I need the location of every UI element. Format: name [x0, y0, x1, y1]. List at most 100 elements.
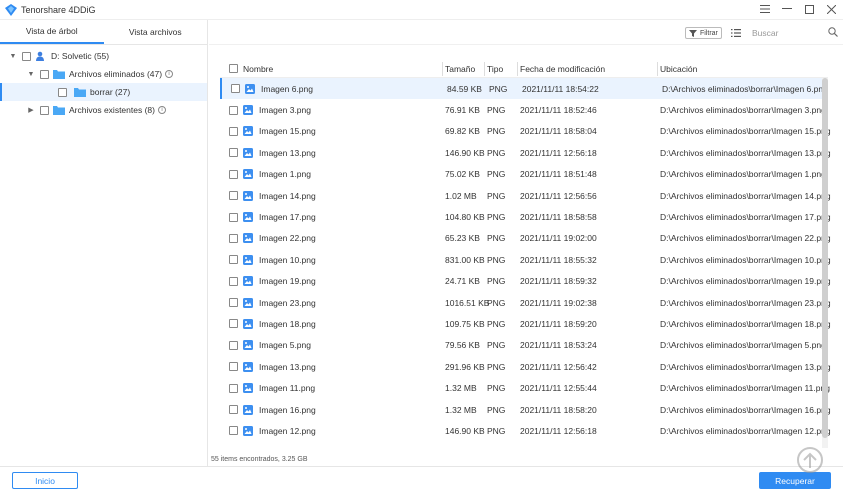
minimize-icon[interactable] — [781, 2, 793, 16]
tree-checkbox-drive[interactable] — [22, 51, 31, 61]
table-row[interactable]: Imagen 13.png 291.96 KB PNG 2021/11/11 12:5… — [220, 356, 831, 377]
file-name-cell: Imagen 13.png — [229, 147, 316, 158]
row-checkbox[interactable] — [229, 233, 238, 243]
row-checkbox[interactable] — [229, 426, 238, 436]
info-icon[interactable]: i — [157, 106, 166, 114]
row-checkbox[interactable] — [229, 255, 238, 265]
file-type: PNG — [487, 233, 506, 244]
tree-item-existing-files[interactable]: ▶ Archivos existentes (8) i — [0, 101, 207, 119]
file-name-cell: Imagen 1.png — [229, 169, 311, 180]
table-row[interactable]: Imagen 1.png 75.02 KB PNG 2021/11/11 18:51:… — [220, 164, 828, 185]
table-row[interactable]: Imagen 17.png 104.80 KB PNG 2021/11/11 18:5… — [220, 206, 831, 227]
image-file-icon — [243, 254, 253, 265]
table-body: Imagen 6.png 84.59 KB PNG 2021/11/11 18:54:… — [220, 78, 831, 442]
filter-label: Filtrar — [700, 29, 718, 37]
column-header-size[interactable]: Tamaño — [445, 64, 475, 74]
file-type: PNG — [487, 404, 506, 415]
column-header-date[interactable]: Fecha de modificación — [520, 64, 605, 74]
table-row[interactable]: Imagen 14.png 1.02 MB PNG 2021/11/11 12:56:… — [220, 185, 831, 206]
file-name-cell: Imagen 19.png — [229, 276, 316, 287]
home-button[interactable]: Inicio — [12, 472, 78, 489]
file-size: 1.32 MB — [445, 404, 477, 415]
row-checkbox[interactable] — [229, 298, 238, 308]
scrollbar-thumb[interactable] — [822, 78, 828, 438]
row-checkbox[interactable] — [229, 405, 238, 415]
chevron-right-icon[interactable]: ▶ — [26, 106, 36, 114]
table-row[interactable]: Imagen 19.png 24.71 KB PNG 2021/11/11 18:59… — [220, 271, 831, 292]
table-row[interactable]: Imagen 15.png 69.82 KB PNG 2021/11/11 18:58… — [220, 121, 831, 142]
row-checkbox[interactable] — [229, 340, 238, 350]
tree-item-drive[interactable]: ▼ D: Solvetic (55) — [0, 47, 207, 65]
search-box — [752, 26, 838, 40]
file-location: D:\Archivos eliminados\borrar\Imagen 6.p… — [662, 83, 828, 94]
chevron-down-icon[interactable]: ▼ — [26, 71, 36, 78]
file-size: 1.32 MB — [445, 383, 477, 394]
table-row[interactable]: Imagen 12.png 146.90 KB PNG 2021/11/11 12:5… — [220, 420, 831, 441]
file-location: D:\Archivos eliminados\borrar\Imagen 16.… — [660, 404, 831, 415]
row-checkbox[interactable] — [229, 126, 238, 136]
table-row[interactable]: Imagen 10.png 831.00 KB PNG 2021/11/11 18:5… — [220, 249, 831, 270]
tree-checkbox-existing[interactable] — [40, 105, 49, 115]
drive-icon — [35, 51, 47, 61]
folder-tree: ▼ D: Solvetic (55) ▼ Archivos eliminados… — [0, 47, 207, 119]
search-input[interactable] — [752, 28, 820, 38]
table-row[interactable]: Imagen 5.png 79.56 KB PNG 2021/11/11 18:53:… — [220, 335, 828, 356]
file-date: 2021/11/11 18:59:20 — [520, 318, 597, 329]
row-checkbox[interactable] — [229, 191, 238, 201]
file-type: PNG — [487, 105, 506, 116]
file-name-cell: Imagen 3.png — [229, 105, 311, 116]
chevron-down-icon[interactable]: ▼ — [8, 53, 18, 60]
table-row[interactable]: Imagen 18.png 109.75 KB PNG 2021/11/11 18:5… — [220, 313, 831, 334]
column-header-name[interactable]: Nombre — [243, 64, 273, 74]
row-checkbox[interactable] — [229, 383, 238, 393]
view-tabs: Vista de árbol Vista archivos — [0, 20, 207, 45]
vertical-scrollbar[interactable] — [822, 78, 828, 448]
tab-files-view[interactable]: Vista archivos — [103, 20, 207, 44]
table-row[interactable]: Imagen 11.png 1.32 MB PNG 2021/11/11 12:55:… — [220, 377, 830, 398]
row-checkbox[interactable] — [229, 362, 238, 372]
file-name-cell: Imagen 14.png — [229, 190, 316, 201]
table-row[interactable]: Imagen 16.png 1.32 MB PNG 2021/11/11 18:58:… — [220, 399, 831, 420]
table-row[interactable]: Imagen 3.png 76.91 KB PNG 2021/11/11 18:52:… — [220, 99, 828, 120]
search-icon[interactable] — [828, 27, 838, 39]
select-all-checkbox[interactable] — [229, 64, 238, 73]
column-divider[interactable] — [442, 62, 443, 76]
window-controls — [759, 2, 837, 16]
row-checkbox[interactable] — [229, 212, 238, 222]
row-checkbox[interactable] — [231, 84, 240, 94]
list-view-icon[interactable] — [730, 27, 742, 39]
menu-icon[interactable] — [759, 2, 771, 16]
tree-checkbox-deleted[interactable] — [40, 69, 49, 79]
close-icon[interactable] — [825, 2, 837, 16]
tree-item-borrar[interactable]: borrar (27) — [0, 83, 207, 101]
folder-icon — [74, 87, 86, 97]
row-checkbox[interactable] — [229, 148, 238, 158]
row-checkbox[interactable] — [229, 319, 238, 329]
tab-tree-view[interactable]: Vista de árbol — [0, 20, 104, 44]
file-name: Imagen 15.png — [259, 126, 316, 137]
tree-checkbox-borrar[interactable] — [58, 87, 67, 97]
tree-item-deleted-files[interactable]: ▼ Archivos eliminados (47) i — [0, 65, 207, 83]
file-date: 2021/11/11 18:52:46 — [520, 105, 597, 116]
column-divider[interactable] — [517, 62, 518, 76]
column-divider[interactable] — [484, 62, 485, 76]
row-checkbox[interactable] — [229, 169, 238, 179]
file-name: Imagen 22.png — [259, 233, 316, 244]
column-divider[interactable] — [657, 62, 658, 76]
maximize-icon[interactable] — [803, 2, 815, 16]
image-file-icon — [243, 361, 253, 372]
file-type: PNG — [487, 383, 506, 394]
info-icon[interactable]: i — [165, 70, 174, 78]
table-row[interactable]: Imagen 22.png 65.23 KB PNG 2021/11/11 19:02… — [220, 228, 831, 249]
filter-button[interactable]: Filtrar — [685, 27, 722, 39]
column-header-location[interactable]: Ubicación — [660, 64, 697, 74]
table-row[interactable]: Imagen 6.png 84.59 KB PNG 2021/11/11 18:54:… — [220, 78, 828, 100]
table-row[interactable]: Imagen 13.png 146.90 KB PNG 2021/11/11 12:5… — [220, 142, 831, 163]
file-date: 2021/11/11 18:58:20 — [520, 404, 597, 415]
table-row[interactable]: Imagen 23.png 1016.51 KB PNG 2021/11/11 19:… — [220, 292, 831, 313]
row-checkbox[interactable] — [229, 276, 238, 286]
row-checkbox[interactable] — [229, 105, 238, 115]
watermark-logo-icon — [797, 447, 823, 473]
column-header-type[interactable]: Tipo — [487, 64, 503, 74]
file-date: 2021/11/11 12:56:42 — [520, 361, 597, 372]
